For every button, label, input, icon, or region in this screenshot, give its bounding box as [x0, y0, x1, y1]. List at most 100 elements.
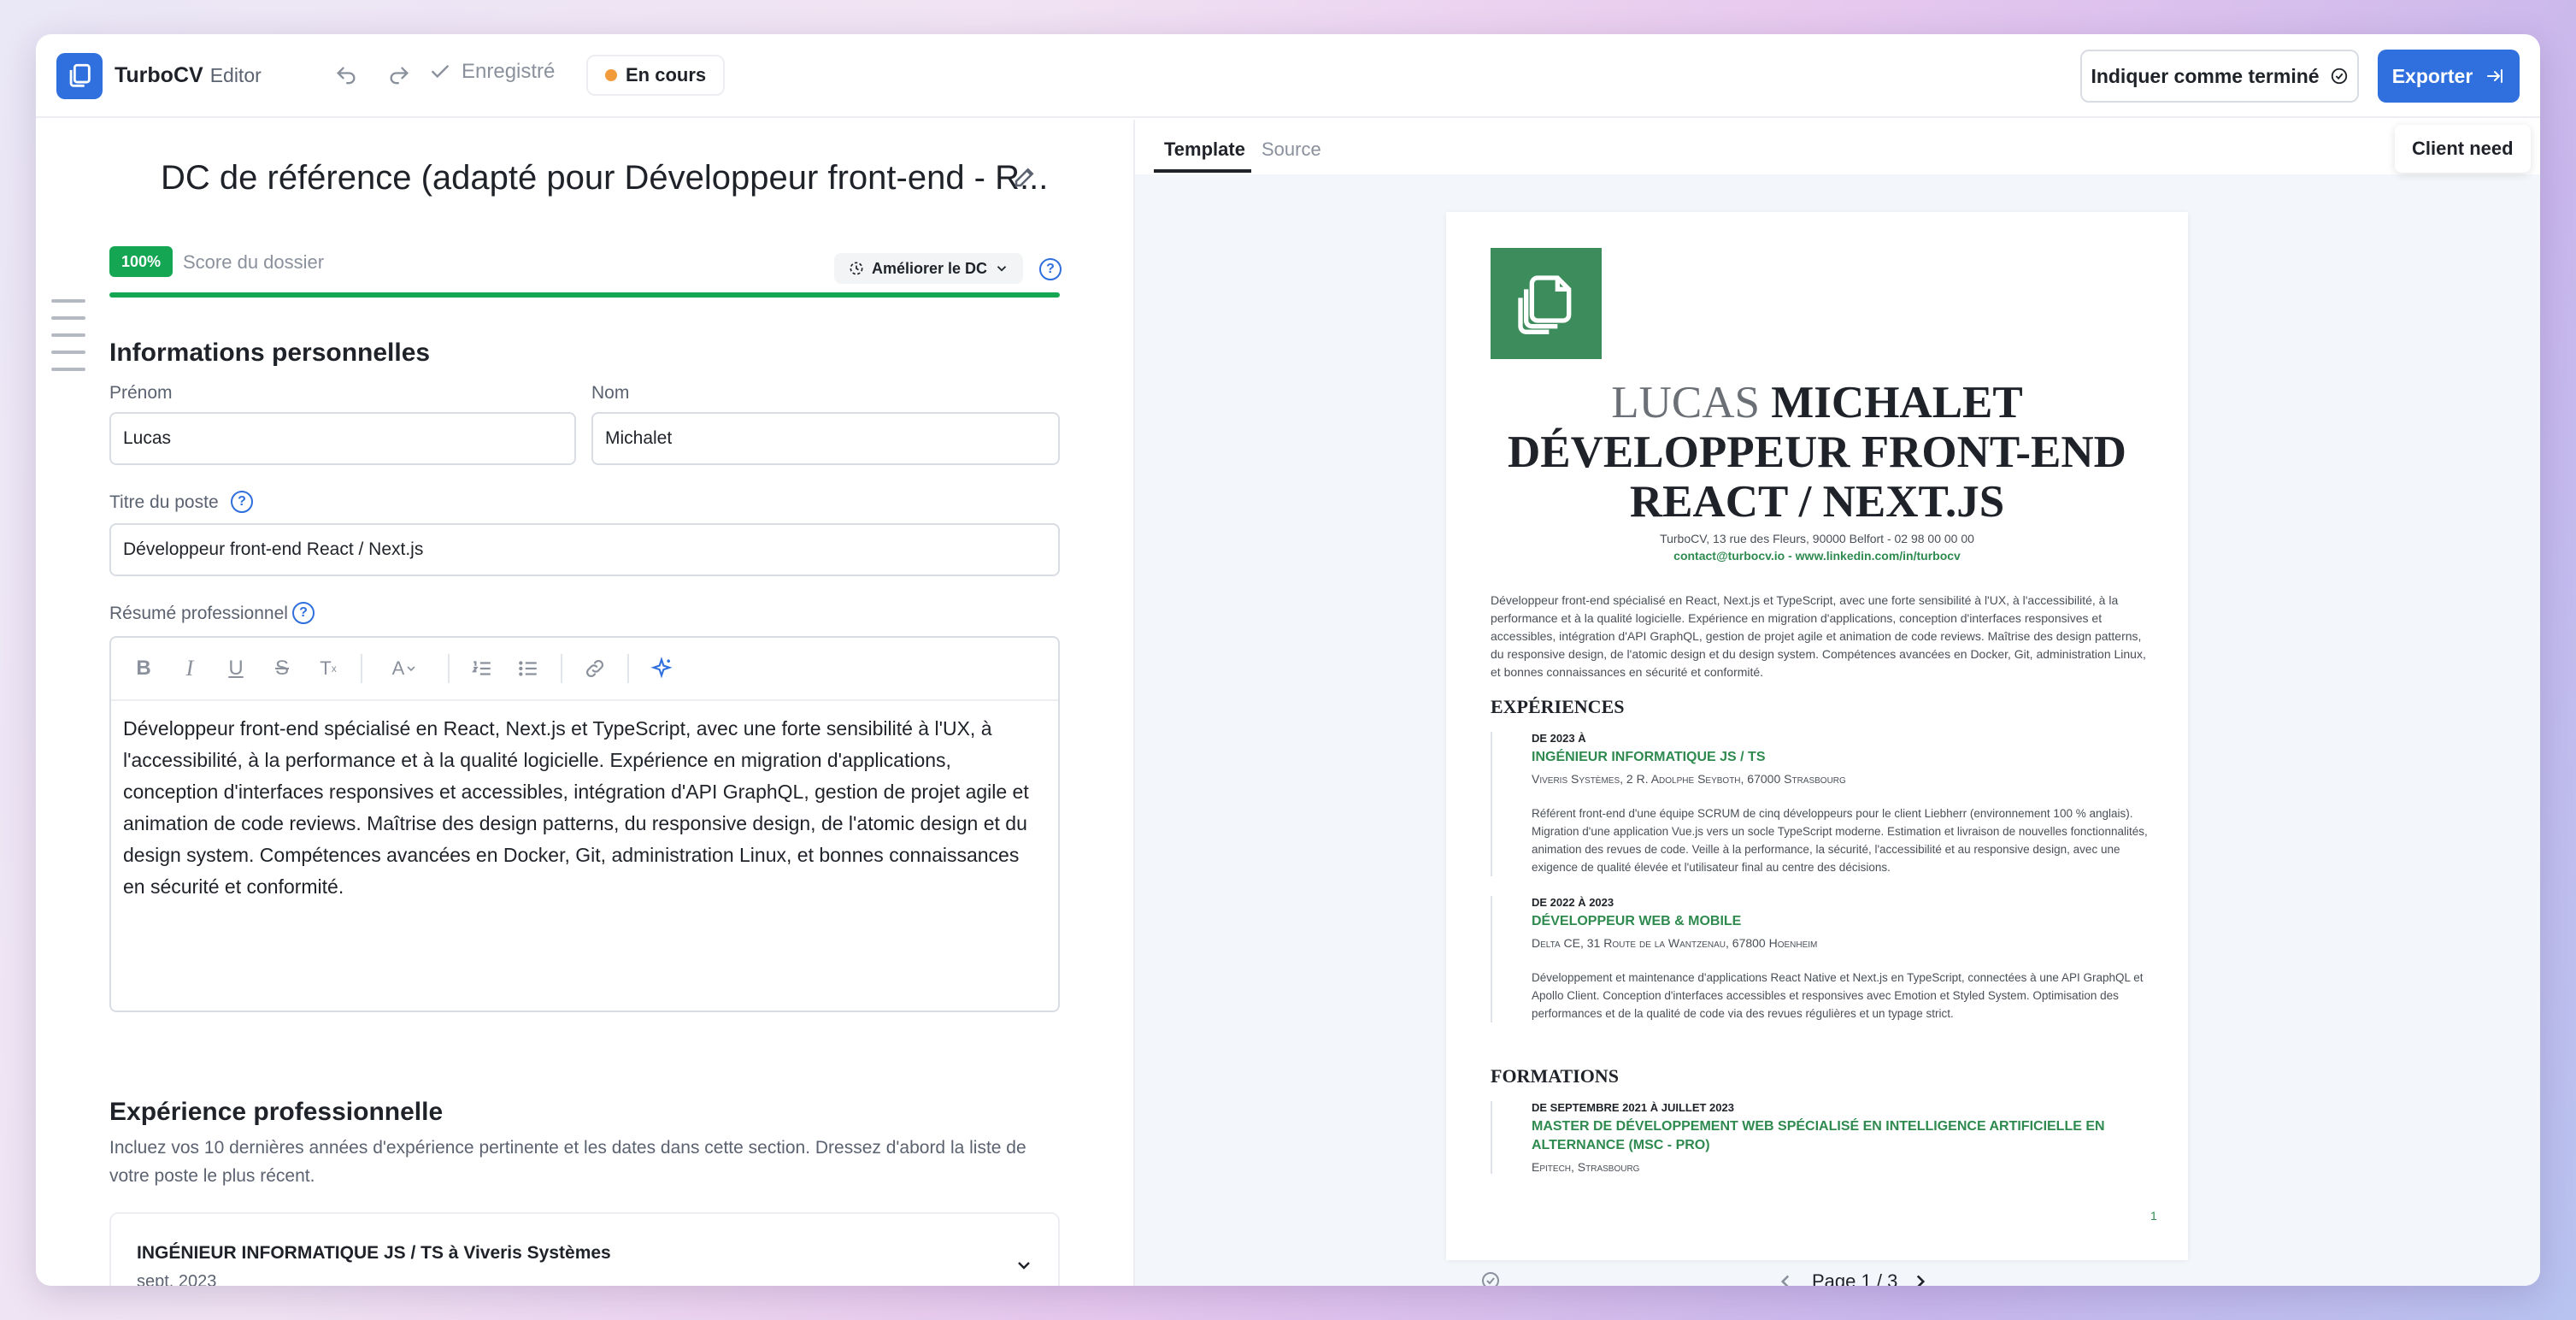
- briefcase-icon[interactable]: [2538, 138, 2540, 167]
- personal-info-title: Informations personnelles: [109, 339, 431, 367]
- export-button[interactable]: Exporter: [2378, 50, 2520, 103]
- job-title-help-icon[interactable]: ?: [231, 491, 253, 513]
- brand-mode: Editor: [209, 64, 262, 86]
- status-badge[interactable]: En cours: [586, 55, 726, 96]
- check-circle-icon: [2331, 68, 2347, 85]
- saved-label: Enregistré: [462, 60, 556, 83]
- cv-entry-org: Epitech, Strasbourg: [1532, 1160, 1640, 1174]
- experience-title: Expérience professionnelle: [109, 1098, 444, 1126]
- cv-summary: Développeur front-end spécialisé en Reac…: [1491, 593, 2146, 679]
- check-icon: [432, 65, 449, 79]
- score-progress-bar: [109, 292, 1060, 298]
- cv-entry-desc: Développement et maintenance d'applicati…: [1532, 971, 2144, 1020]
- mark-done-button[interactable]: Indiquer comme terminé: [2080, 50, 2359, 103]
- cv-entry-role: DÉVELOPPEUR WEB & MOBILE: [1532, 914, 1742, 928]
- cv-address: TurboCV, 13 rue des Fleurs, 90000 Belfor…: [1660, 532, 1974, 545]
- first-name-label: Prénom: [109, 383, 173, 403]
- cv-entry-date: DE 2022 À 2023: [1532, 896, 1614, 909]
- cv-entry-date: DE 2023 À: [1532, 732, 1586, 745]
- active-tab-indicator: [1154, 169, 1251, 173]
- page-indicator: Page 1 / 3: [1812, 1270, 1898, 1286]
- bullet-list-icon[interactable]: [515, 655, 542, 682]
- client-need-button[interactable]: Client need: [2395, 125, 2531, 173]
- improve-dc-label: Améliorer le DC: [872, 259, 988, 277]
- ai-sparkle-icon[interactable]: [648, 655, 675, 682]
- toolbar-divider: [361, 654, 362, 683]
- clear-format-icon[interactable]: Tx: [315, 655, 342, 682]
- job-title-label: Titre du poste: [109, 492, 219, 512]
- cv-name-heading: LUCAS MICHALET DÉVELOPPEUR FRONT-END REA…: [1446, 378, 2188, 527]
- help-icon[interactable]: ?: [1039, 258, 1062, 280]
- cv-experience-entry: DE 2022 À 2023 DÉVELOPPEUR WEB & MOBILE …: [1491, 896, 2149, 1022]
- ordered-list-icon[interactable]: [468, 655, 496, 682]
- chevron-down-icon[interactable]: [1014, 1255, 1034, 1280]
- export-arrow-icon: [2487, 69, 2503, 83]
- status-label: En cours: [626, 64, 707, 85]
- tab-source[interactable]: Source: [1262, 138, 1321, 161]
- redo-icon[interactable]: [385, 62, 414, 91]
- edit-title-icon[interactable]: [1012, 164, 1038, 194]
- editor-toolbar: B I U S Tx A: [111, 638, 1058, 701]
- cv-last-name: MICHALET: [1771, 378, 2023, 427]
- experience-item[interactable]: INGÉNIEUR INFORMATIQUE JS / TS à Viveris…: [109, 1212, 1060, 1286]
- summary-help-icon[interactable]: ?: [292, 602, 315, 624]
- save-status: Enregistré: [429, 60, 555, 84]
- cv-entry-date: DE SEPTEMBRE 2021 À JUILLET 2023: [1532, 1101, 1734, 1114]
- undo-icon[interactable]: [332, 62, 361, 91]
- chevron-down-icon: [997, 266, 1007, 272]
- export-label: Exporter: [2391, 64, 2473, 87]
- preview-pane: Template Source Client need LUCAS MICHAL…: [1133, 120, 2540, 1286]
- bold-icon[interactable]: B: [130, 655, 157, 682]
- summary-text[interactable]: Développeur front-end spécialisé en Reac…: [111, 701, 1058, 915]
- last-name-input[interactable]: Michalet: [591, 412, 1060, 465]
- cv-experiences-title: EXPÉRIENCES: [1491, 696, 1625, 717]
- summary-editor[interactable]: B I U S Tx A Développeur front-end spéci…: [109, 636, 1060, 1012]
- experience-help-text: Incluez vos 10 dernières années d'expéri…: [109, 1138, 1026, 1186]
- mark-done-label: Indiquer comme terminé: [2091, 64, 2320, 87]
- cv-formation-entry: DE SEPTEMBRE 2021 À JUILLET 2023 MASTER …: [1491, 1101, 2149, 1174]
- outline-toggle-icon[interactable]: [51, 299, 85, 385]
- experience-item-date: sept. 2023: [137, 1272, 217, 1286]
- editor-pane: DC de référence (adapté pour Développeur…: [36, 120, 1132, 1286]
- first-name-input[interactable]: Lucas: [109, 412, 576, 465]
- cv-entry-desc: Référent front-end d'une équipe SCRUM de…: [1532, 807, 2148, 874]
- cv-first-name: LUCAS: [1611, 378, 1761, 427]
- cv-logo-icon: [1491, 248, 1602, 359]
- status-dot-icon: [605, 69, 617, 81]
- prev-page-icon[interactable]: [1774, 1270, 1797, 1286]
- link-icon[interactable]: [581, 655, 609, 682]
- toolbar-divider: [561, 654, 562, 683]
- summary-label: Résumé professionnel: [109, 604, 288, 623]
- cv-entry-org: Delta CE, 31 Route de la Wantzenau, 6780…: [1532, 936, 1818, 950]
- strikethrough-icon[interactable]: S: [268, 655, 296, 682]
- top-bar: TurboCV Editor Enregistré En cours Indiq…: [36, 34, 2540, 118]
- sparkle-refresh-icon: [850, 262, 863, 275]
- cv-entry-role: INGÉNIEUR INFORMATIQUE JS / TS: [1532, 750, 1766, 764]
- tab-template[interactable]: Template: [1164, 138, 1245, 161]
- preview-tabs: Template Source: [1135, 120, 2540, 174]
- cv-entry-role: MASTER DE DÉVELOPPEMENT WEB SPÉCIALISÉ E…: [1532, 1119, 2105, 1152]
- app-window: TurboCV Editor Enregistré En cours Indiq…: [36, 34, 2540, 1286]
- toolbar-divider: [627, 654, 629, 683]
- app-logo-icon[interactable]: [56, 53, 103, 99]
- text-color-icon[interactable]: A: [381, 655, 429, 682]
- page-navigator: Page 1 / 3: [1135, 1265, 2540, 1286]
- cv-experience-entry: DE 2023 À INGÉNIEUR INFORMATIQUE JS / TS…: [1491, 732, 2149, 876]
- underline-icon[interactable]: U: [222, 655, 250, 682]
- last-name-label: Nom: [591, 383, 630, 403]
- app-brand: TurboCV Editor: [115, 63, 262, 88]
- cv-entry-org: Viveris Systèmes, 2 R. Adolphe Seyboth, …: [1532, 772, 1846, 786]
- score-label: Score du dossier: [183, 251, 325, 273]
- experience-item-title: INGÉNIEUR INFORMATIQUE JS / TS à Viveris…: [137, 1243, 611, 1263]
- page-title: DC de référence (adapté pour Développeur…: [161, 159, 1049, 197]
- italic-icon[interactable]: I: [176, 655, 203, 682]
- improve-dc-button[interactable]: Améliorer le DC: [834, 253, 1024, 284]
- next-page-icon[interactable]: [1909, 1270, 1932, 1286]
- cv-headline: DÉVELOPPEUR FRONT-END REACT / NEXT.JS: [1508, 427, 2126, 527]
- job-title-input[interactable]: Développeur front-end React / Next.js: [109, 523, 1060, 576]
- score-badge: 100%: [109, 246, 173, 277]
- cv-preview-page: LUCAS MICHALET DÉVELOPPEUR FRONT-END REA…: [1446, 212, 2188, 1260]
- brand-name: TurboCV: [115, 63, 203, 87]
- check-circle-icon[interactable]: [1480, 1270, 1501, 1286]
- cv-page-number: 1: [2150, 1209, 2157, 1223]
